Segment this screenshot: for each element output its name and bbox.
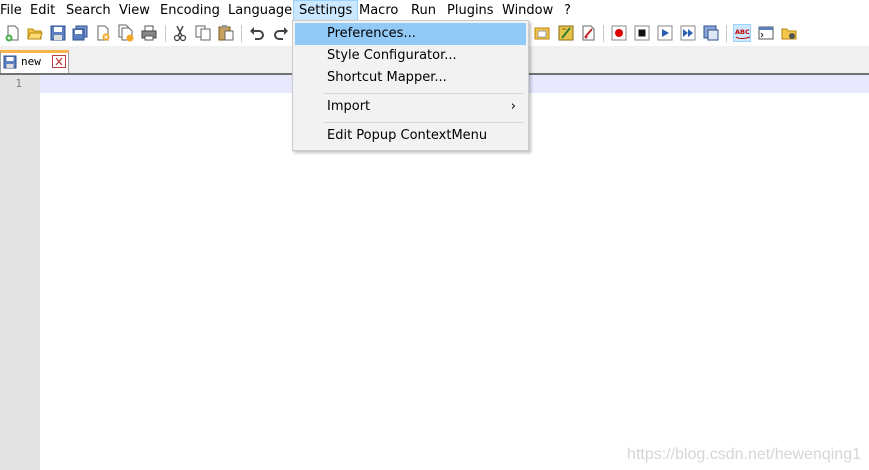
stop-recording-icon[interactable] <box>633 24 651 42</box>
save-icon[interactable] <box>49 24 67 42</box>
document-map-icon[interactable] <box>580 24 598 42</box>
cut-icon[interactable] <box>171 24 189 42</box>
save-macro-icon[interactable] <box>702 24 720 42</box>
menu-separator <box>323 93 524 94</box>
toolbar-separator <box>726 25 727 42</box>
playback-macro-icon[interactable] <box>656 24 674 42</box>
record-macro-icon[interactable] <box>610 24 628 42</box>
menu-help[interactable]: ? <box>558 0 577 21</box>
tab-label: new <box>21 55 41 68</box>
menu-view[interactable]: View <box>113 0 156 21</box>
menu-item-label: Shortcut Mapper... <box>327 70 447 85</box>
close-icon[interactable] <box>94 24 112 42</box>
line-number-gutter: 1 <box>0 75 40 470</box>
open-file-icon[interactable] <box>26 24 44 42</box>
toolbar-separator <box>165 25 166 42</box>
console-icon[interactable] <box>757 24 775 42</box>
print-icon[interactable] <box>140 24 158 42</box>
menu-item-style-configurator[interactable]: Style Configurator... <box>295 45 526 67</box>
menu-item-label: Preferences... <box>327 26 416 41</box>
spell-check-label: ABC <box>735 28 750 36</box>
menu-item-import[interactable]: Import › <box>295 96 526 118</box>
folder-as-workspace-icon[interactable] <box>533 24 551 42</box>
save-icon <box>3 55 17 69</box>
menu-item-label: Style Configurator... <box>327 48 457 63</box>
function-list-icon[interactable] <box>557 24 575 42</box>
settings-dropdown-menu: Preferences... Style Configurator... Sho… <box>292 20 529 151</box>
close-all-icon[interactable] <box>117 24 135 42</box>
undo-icon[interactable] <box>248 24 266 42</box>
toolbar-separator <box>241 25 242 42</box>
new-file-icon[interactable] <box>4 24 22 42</box>
save-all-icon[interactable] <box>71 24 89 42</box>
copy-icon[interactable] <box>194 24 212 42</box>
menu-item-preferences[interactable]: Preferences... <box>295 23 526 45</box>
folder-tree-icon[interactable] <box>780 24 798 42</box>
menu-edit[interactable]: Edit <box>24 0 61 21</box>
menu-item-label: Edit Popup ContextMenu <box>327 128 488 143</box>
menu-item-edit-popup-contextmenu[interactable]: Edit Popup ContextMenu <box>295 125 526 147</box>
menu-encoding[interactable]: Encoding <box>154 0 226 21</box>
chevron-right-icon: › <box>510 99 516 114</box>
menu-separator <box>323 122 524 123</box>
line-number: 1 <box>15 77 22 90</box>
menu-item-shortcut-mapper[interactable]: Shortcut Mapper... <box>295 67 526 89</box>
menu-plugins[interactable]: Plugins <box>441 0 500 21</box>
menu-macro[interactable]: Macro <box>353 0 404 21</box>
watermark: https://blog.csdn.net/hewenqing1 <box>627 446 861 463</box>
paste-icon[interactable] <box>217 24 235 42</box>
run-macro-multiple-icon[interactable] <box>679 24 697 42</box>
menu-search[interactable]: Search <box>60 0 117 21</box>
spell-check-icon[interactable]: ABC <box>733 24 751 42</box>
redo-icon[interactable] <box>272 24 290 42</box>
tab-new[interactable]: new <box>0 50 69 73</box>
menu-settings[interactable]: Settings <box>293 0 359 21</box>
menu-bar: File Edit Search View Encoding Language … <box>0 0 869 21</box>
toolbar-separator <box>603 25 604 42</box>
menu-run[interactable]: Run <box>405 0 442 21</box>
close-icon[interactable] <box>52 55 66 68</box>
menu-language[interactable]: Language <box>222 0 298 21</box>
menu-item-label: Import <box>327 99 371 114</box>
menu-window[interactable]: Window <box>496 0 559 21</box>
